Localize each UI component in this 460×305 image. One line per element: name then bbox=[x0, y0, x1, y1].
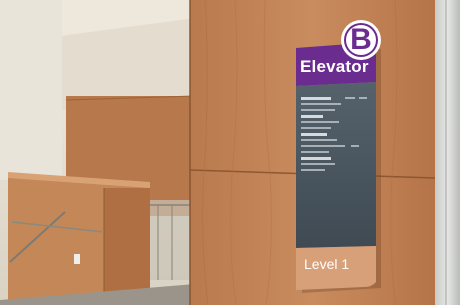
sign-title: Elevator bbox=[300, 57, 369, 76]
directory-row bbox=[301, 114, 373, 118]
directory-row bbox=[301, 144, 373, 148]
background-illustration bbox=[0, 0, 460, 305]
directory-row bbox=[301, 102, 373, 106]
directory-row bbox=[301, 108, 373, 112]
sign-level-label: Level 1 bbox=[304, 256, 350, 272]
steel-frame bbox=[435, 0, 460, 305]
photo-scene: B Elevator Level 1 bbox=[0, 0, 460, 305]
directory-row bbox=[301, 156, 373, 160]
directory-row bbox=[301, 162, 373, 166]
sign-badge-letter: B bbox=[350, 23, 372, 56]
directory-row bbox=[301, 132, 373, 136]
directory-row bbox=[301, 126, 373, 130]
directory-row bbox=[301, 96, 373, 100]
directory-list bbox=[301, 96, 373, 174]
directory-row bbox=[301, 120, 373, 124]
directory-row bbox=[301, 150, 373, 154]
directory-row bbox=[301, 138, 373, 142]
directory-row bbox=[301, 168, 373, 172]
